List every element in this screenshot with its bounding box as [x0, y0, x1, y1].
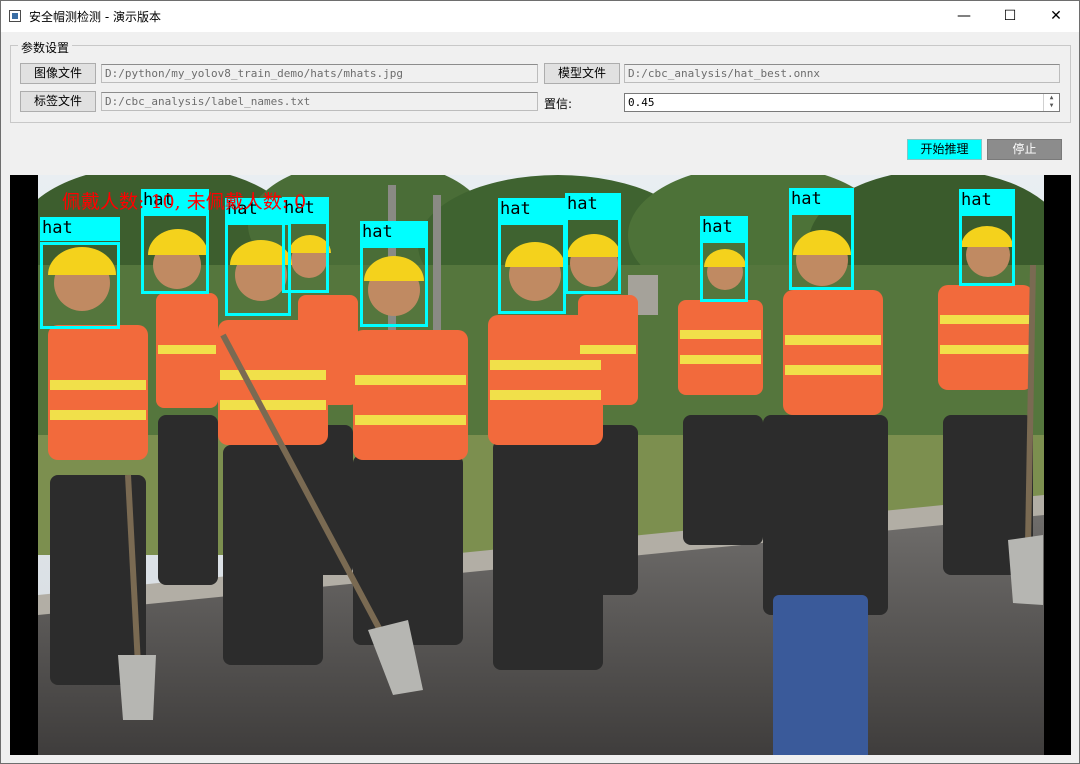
detection-box: [498, 222, 566, 314]
spin-arrows[interactable]: ▲ ▼: [1043, 94, 1059, 111]
label-path-field[interactable]: D:/cbc_analysis/label_names.txt: [101, 92, 538, 111]
detection-box: [789, 212, 854, 290]
maximize-button[interactable]: ☐: [987, 1, 1033, 32]
image-viewer: hat hat hat hat hat hat hat hat hat hat …: [10, 175, 1071, 755]
minimize-button[interactable]: —: [941, 1, 987, 32]
detection-box: [700, 240, 748, 302]
detection-summary-overlay: 佩戴人数: 10, 未佩戴人数: 0: [62, 191, 307, 213]
detection-box: [40, 242, 120, 329]
stop-button[interactable]: 停止: [987, 139, 1062, 160]
confidence-label: 置信:: [544, 97, 573, 111]
image-path-field[interactable]: D:/python/my_yolov8_train_demo/hats/mhat…: [101, 64, 538, 83]
window-title: 安全帽测检测 - 演示版本: [29, 10, 161, 24]
model-path-field[interactable]: D:/cbc_analysis/hat_best.onnx: [624, 64, 1060, 83]
detection-tag: hat: [700, 216, 748, 240]
model-file-button[interactable]: 模型文件: [544, 63, 620, 84]
image-file-button[interactable]: 图像文件: [20, 63, 96, 84]
start-inference-button[interactable]: 开始推理: [907, 139, 982, 160]
app-window: 安全帽测检测 - 演示版本 — ☐ ✕ 参数设置 图像文件 D:/python/…: [0, 0, 1080, 764]
detection-box: [282, 221, 329, 293]
detection-tag: hat: [498, 198, 566, 222]
title-bar: 安全帽测检测 - 演示版本 — ☐ ✕: [1, 1, 1079, 32]
app-icon: [9, 10, 21, 22]
detection-box: [360, 245, 428, 327]
spin-up-icon[interactable]: ▲: [1044, 94, 1059, 102]
detection-tag: hat: [40, 217, 120, 241]
detection-tag: hat: [789, 188, 854, 212]
detection-tag: hat: [565, 193, 621, 217]
detection-box: [565, 217, 621, 294]
detection-tag: hat: [360, 221, 428, 245]
label-file-button[interactable]: 标签文件: [20, 91, 96, 112]
params-legend: 参数设置: [18, 39, 73, 56]
close-button[interactable]: ✕: [1033, 1, 1079, 32]
detection-box: [141, 213, 209, 294]
confidence-value: 0.45: [628, 96, 655, 109]
detection-tag: hat: [959, 189, 1015, 213]
spin-down-icon[interactable]: ▼: [1044, 102, 1059, 110]
confidence-spinbox[interactable]: 0.45 ▲ ▼: [624, 93, 1060, 112]
detection-image: hat hat hat hat hat hat hat hat hat hat …: [38, 175, 1044, 755]
detection-box: [959, 213, 1015, 286]
